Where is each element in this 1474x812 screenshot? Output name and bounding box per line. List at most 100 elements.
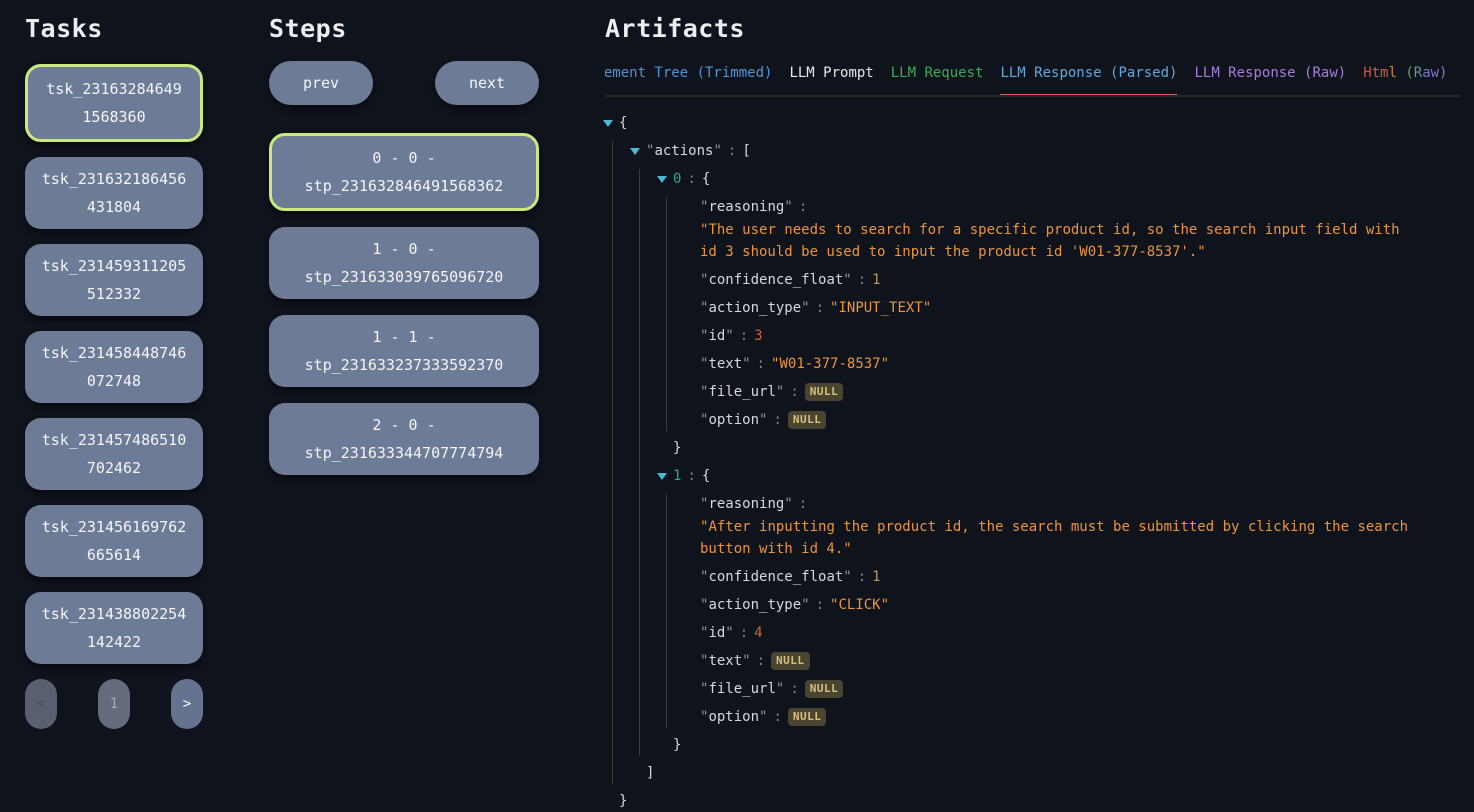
json-key-text: text	[708, 653, 742, 669]
collapse-triangle-icon[interactable]	[657, 176, 667, 183]
json-string-value: CLICK	[838, 597, 880, 613]
json-block-root: "actions":[ 0:{ "reasoning": "The user n…	[612, 141, 1460, 784]
json-row: "reasoning":	[700, 197, 1460, 218]
tab-element-tree-trimmed[interactable]: Element Tree (Trimmed)	[605, 59, 772, 97]
json-close-brace: }	[673, 737, 681, 753]
json-int-value: 3	[754, 328, 762, 344]
json-row: "action_type":"CLICK"	[700, 595, 1460, 616]
quote: "	[725, 625, 733, 641]
tab-llm-response-parsed[interactable]: LLM Response (Parsed)	[1000, 59, 1177, 97]
app-root: Tasks tsk_231632846491568360 tsk_2316321…	[0, 0, 1474, 800]
json-row: "option":NULL	[700, 410, 1460, 431]
json-key-option: option	[708, 709, 759, 725]
steps-title: Steps	[269, 12, 539, 45]
artifacts-panel: Artifacts Element Tree (Trimmed) LLM Pro…	[605, 0, 1460, 800]
json-row: 1:{	[673, 466, 1460, 487]
json-key-actions: actions	[654, 143, 713, 159]
json-viewer: { "actions":[ 0:{ "reasoning":	[605, 113, 1460, 812]
step-button[interactable]: 1 - 1 - stp_231633237333592370	[269, 315, 539, 387]
json-row: "action_type":"INPUT_TEXT"	[700, 298, 1460, 319]
json-row: }	[673, 438, 1460, 459]
quote: "	[843, 569, 851, 585]
colon: :	[687, 468, 695, 484]
colon: :	[790, 384, 798, 400]
json-row: "file_url":NULL	[700, 679, 1460, 700]
json-row: "text":"W01-377-8537"	[700, 354, 1460, 375]
task-button[interactable]: tsk_231456169762665614	[25, 505, 203, 577]
json-open-bracket: [	[742, 143, 750, 159]
json-key-file-url: file_url	[708, 384, 775, 400]
quote: "	[784, 199, 792, 215]
json-key-action-type: action_type	[708, 300, 801, 316]
step-button[interactable]: 0 - 0 - stp_231632846491568362	[269, 133, 539, 211]
colon: :	[740, 625, 748, 641]
task-button[interactable]: tsk_231457486510702462	[25, 418, 203, 490]
collapse-triangle-icon[interactable]	[603, 120, 613, 127]
null-badge: NULL	[771, 652, 810, 670]
collapse-triangle-icon[interactable]	[657, 473, 667, 480]
pagination-next-button[interactable]: >	[171, 679, 203, 729]
json-key-confidence-float: confidence_float	[708, 272, 843, 288]
colon: :	[757, 653, 765, 669]
json-key-text: text	[708, 356, 742, 372]
json-value-reasoning: "After inputting the product id, the sea…	[700, 516, 1425, 560]
quote: "	[759, 412, 767, 428]
json-string-value: The user needs to search for a specific …	[700, 222, 1400, 260]
json-int-value: 4	[754, 625, 762, 641]
json-float-value: 1	[872, 569, 880, 585]
quote: "	[713, 143, 721, 159]
quote: "	[801, 597, 809, 613]
colon: :	[687, 171, 695, 187]
null-badge: NULL	[805, 383, 844, 401]
json-block-action-0: "reasoning": "The user needs to search f…	[666, 197, 1460, 431]
pagination-page-button[interactable]: 1	[98, 679, 130, 729]
json-open-brace: {	[702, 171, 710, 187]
step-button[interactable]: 1 - 0 - stp_231633039765096720	[269, 227, 539, 299]
tab-llm-prompt[interactable]: LLM Prompt	[789, 59, 873, 97]
task-button[interactable]: tsk_231632846491568360	[25, 64, 203, 142]
json-key-action-type: action_type	[708, 597, 801, 613]
tab-llm-response-raw[interactable]: LLM Response (Raw)	[1194, 59, 1346, 97]
json-row: "actions":[	[646, 141, 1460, 162]
colon: :	[816, 300, 824, 316]
prev-step-button[interactable]: prev	[269, 61, 373, 105]
json-open-brace: {	[702, 468, 710, 484]
json-index: 0	[673, 171, 681, 187]
tab-llm-request[interactable]: LLM Request	[891, 59, 984, 97]
json-block-actions: 0:{ "reasoning": "The user needs to sear…	[639, 169, 1460, 756]
next-step-button[interactable]: next	[435, 61, 539, 105]
artifacts-tabbar: Element Tree (Trimmed) LLM Prompt LLM Re…	[605, 59, 1460, 97]
json-value-reasoning: "The user needs to search for a specific…	[700, 219, 1425, 263]
pagination-prev-button[interactable]: <	[25, 679, 57, 729]
tasks-title: Tasks	[25, 12, 203, 45]
step-list: 0 - 0 - stp_231632846491568362 1 - 0 - s…	[269, 133, 539, 475]
quote: "	[881, 597, 889, 613]
null-badge: NULL	[788, 411, 827, 429]
json-row: "text":NULL	[700, 651, 1460, 672]
quote: "	[1197, 244, 1205, 260]
colon: :	[799, 496, 807, 512]
tasks-panel: Tasks tsk_231632846491568360 tsk_2316321…	[25, 0, 203, 800]
artifacts-title: Artifacts	[605, 12, 1460, 45]
task-button[interactable]: tsk_231458448746072748	[25, 331, 203, 403]
colon: :	[790, 681, 798, 697]
tasks-pagination: < 1 >	[25, 679, 203, 729]
json-row: }	[619, 791, 1460, 812]
json-close-bracket: ]	[646, 765, 654, 781]
quote: "	[759, 709, 767, 725]
colon: :	[799, 199, 807, 215]
json-row: }	[673, 735, 1460, 756]
steps-panel: Steps prev next 0 - 0 - stp_231632846491…	[269, 0, 539, 800]
colon: :	[757, 356, 765, 372]
json-string-value: INPUT_TEXT	[838, 300, 922, 316]
collapse-triangle-icon[interactable]	[630, 148, 640, 155]
task-button[interactable]: tsk_231438802254142422	[25, 592, 203, 664]
json-close-brace: }	[619, 793, 627, 809]
task-button[interactable]: tsk_231632186456431804	[25, 157, 203, 229]
json-key-id: id	[708, 328, 725, 344]
tab-html-raw[interactable]: Html (Raw)	[1363, 59, 1447, 97]
task-button[interactable]: tsk_231459311205512332	[25, 244, 203, 316]
null-badge: NULL	[788, 708, 827, 726]
quote: "	[725, 328, 733, 344]
step-button[interactable]: 2 - 0 - stp_231633344707774794	[269, 403, 539, 475]
